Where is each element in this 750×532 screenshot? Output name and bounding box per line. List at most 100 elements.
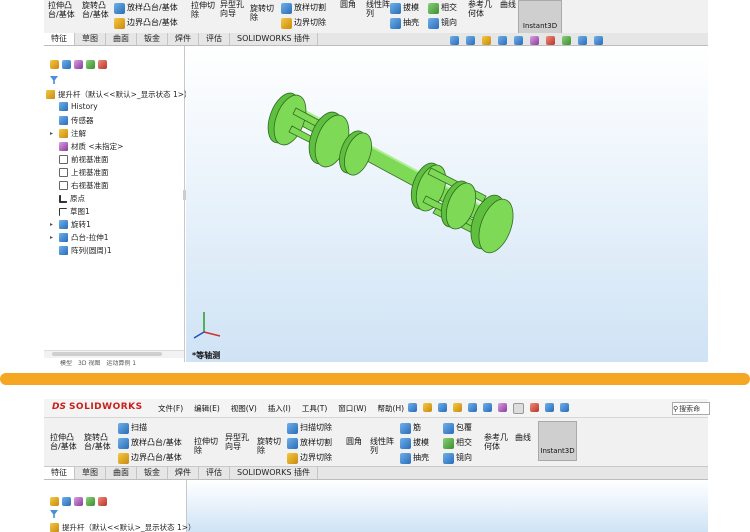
tree-root[interactable]: 提升杆（默认<<默认>_显示状态 1>）: [46, 89, 192, 100]
intersect-button[interactable]: 相交: [428, 3, 457, 14]
b-wrap-button[interactable]: 包覆: [443, 423, 472, 434]
tree-item-revolve1[interactable]: ▸ 旋转1: [50, 219, 91, 230]
tab-sketch[interactable]: 草图: [75, 33, 106, 45]
section-view-icon[interactable]: [498, 36, 507, 45]
search-input[interactable]: ⚲ 搜索命: [672, 402, 710, 415]
b-tab-surfaces[interactable]: 曲面: [106, 467, 137, 479]
instant3d-button[interactable]: Instant3D: [518, 0, 562, 34]
new-document-icon[interactable]: [438, 403, 447, 412]
b-tab-evaluate[interactable]: 评估: [199, 467, 230, 479]
b-extrude-cut-button[interactable]: 拉伸切 除: [194, 437, 218, 455]
revolve-cut-button[interactable]: 旋转切 除: [250, 4, 274, 22]
hide-show-icon[interactable]: [546, 36, 555, 45]
menu-edit[interactable]: 编辑(E): [194, 403, 220, 414]
view-orientation-icon[interactable]: [514, 36, 523, 45]
b-revolve-boss-button[interactable]: 旋转凸 台/基体: [84, 433, 111, 451]
dimxpert-icon[interactable]: [86, 60, 95, 69]
open-icon[interactable]: [453, 403, 462, 412]
tree-item-front-plane[interactable]: 前视基准面: [50, 154, 109, 165]
hole-wizard-button[interactable]: 异型孔 向导: [220, 0, 244, 18]
zoom-area-icon[interactable]: [466, 36, 475, 45]
extrude-cut-button[interactable]: 拉伸切 除: [191, 1, 215, 19]
boundary-cut-button[interactable]: 边界切除: [281, 18, 326, 29]
tree-item-material[interactable]: 材质 <未指定>: [50, 141, 123, 152]
b-rib-button[interactable]: 筋: [400, 423, 421, 434]
mirror-button[interactable]: 镜向: [428, 18, 457, 29]
menu-tools[interactable]: 工具(T): [302, 403, 327, 414]
dimxpert-icon[interactable]: [86, 497, 95, 506]
solidworks-logo[interactable]: DS SOLIDWORKS: [52, 402, 143, 412]
save-icon[interactable]: [468, 403, 477, 412]
extrude-boss-button[interactable]: 拉伸凸 台/基体: [48, 1, 75, 19]
b-tab-features[interactable]: 特征: [44, 467, 75, 479]
tab-model[interactable]: 模型: [60, 360, 72, 366]
tree-item-extrude1[interactable]: ▸ 凸台-拉伸1: [50, 232, 108, 243]
previous-view-icon[interactable]: [482, 36, 491, 45]
shell-button[interactable]: 抽壳: [390, 18, 419, 29]
tab-weldments[interactable]: 焊件: [168, 33, 199, 45]
b-extrude-boss-button[interactable]: 拉伸凸 台/基体: [50, 433, 77, 451]
b-boundary-boss-button[interactable]: 边界凸台/基体: [118, 453, 182, 464]
b-curves-button[interactable]: 曲线: [515, 433, 531, 442]
b-tab-sheet-metal[interactable]: 钣金: [137, 467, 168, 479]
tree-item-history[interactable]: History: [50, 102, 98, 111]
fillet-button[interactable]: 圆角: [340, 0, 356, 9]
b-ref-geometry-button[interactable]: 参考几 何体: [484, 433, 508, 451]
boundary-boss-button[interactable]: 边界凸台/基体: [114, 18, 178, 29]
display-manager-icon[interactable]: [98, 497, 107, 506]
b-sweep-button[interactable]: 扫描: [118, 423, 147, 434]
b-revolve-cut-button[interactable]: 旋转切 除: [257, 437, 281, 455]
menu-view[interactable]: 视图(V): [231, 403, 257, 414]
panel-h-scroll-thumb[interactable]: [52, 352, 162, 356]
b-tab-weldments[interactable]: 焊件: [168, 467, 199, 479]
b-tree-root[interactable]: 提升杆（默认<<默认>_显示状态 1>）: [50, 522, 196, 532]
tab-3d-views[interactable]: 3D 视图: [78, 360, 100, 366]
b-loft-cut-button[interactable]: 放样切割: [287, 438, 332, 449]
loft-boss-button[interactable]: 放样凸台/基体: [114, 3, 178, 14]
linear-pattern-button[interactable]: 线性阵 列: [366, 0, 390, 18]
b-tab-sketch[interactable]: 草图: [75, 467, 106, 479]
tree-item-annotations[interactable]: ▸ 注解: [50, 128, 86, 139]
pin-icon[interactable]: [408, 403, 417, 412]
b-loft-boss-button[interactable]: 放样凸台/基体: [118, 438, 182, 449]
tab-motion-study[interactable]: 运动算例 1: [106, 360, 136, 366]
draft-button[interactable]: 拔模: [390, 3, 419, 14]
tree-item-top-plane[interactable]: 上视基准面: [50, 167, 109, 178]
menu-help[interactable]: 帮助(H): [378, 403, 405, 414]
feature-manager-icon[interactable]: [50, 60, 59, 69]
tree-item-right-plane[interactable]: 右视基准面: [50, 180, 109, 191]
b-linear-pattern-button[interactable]: 线性阵 列: [370, 437, 394, 455]
undo-icon[interactable]: [498, 403, 507, 412]
tree-item-circular-pattern1[interactable]: 阵列(圆周)1: [50, 245, 112, 256]
b-intersect-button[interactable]: 相交: [443, 438, 472, 449]
b-hole-wizard-button[interactable]: 异型孔 向导: [225, 433, 249, 451]
revolve-boss-button[interactable]: 旋转凸 台/基体: [82, 1, 109, 19]
zoom-to-fit-icon[interactable]: [450, 36, 459, 45]
b-boundary-cut-button[interactable]: 边界切除: [287, 453, 332, 464]
property-manager-icon[interactable]: [62, 497, 71, 506]
tab-evaluate[interactable]: 评估: [199, 33, 230, 45]
curves-button[interactable]: 曲线: [500, 0, 516, 9]
menu-file[interactable]: 文件(F): [158, 403, 183, 414]
tab-surfaces[interactable]: 曲面: [106, 33, 137, 45]
feature-manager-icon[interactable]: [50, 497, 59, 506]
property-manager-icon[interactable]: [62, 60, 71, 69]
b-sweep-cut-button[interactable]: 扫描切除: [287, 423, 332, 434]
appearance-icon[interactable]: [562, 36, 571, 45]
configuration-manager-icon[interactable]: [74, 497, 83, 506]
tab-features[interactable]: 特征: [44, 33, 75, 45]
tab-sheet-metal[interactable]: 钣金: [137, 33, 168, 45]
b-tab-addins[interactable]: SOLIDWORKS 插件: [230, 467, 318, 479]
loft-cut-button[interactable]: 放样切割: [281, 3, 326, 14]
select-arrow-icon[interactable]: [513, 403, 524, 414]
ref-geometry-button[interactable]: 参考几 何体: [468, 0, 492, 18]
tree-item-sketch1[interactable]: 草图1: [50, 206, 90, 217]
configuration-manager-icon[interactable]: [74, 60, 83, 69]
b-instant3d-button[interactable]: Instant3D: [538, 421, 577, 461]
display-style-icon[interactable]: [530, 36, 539, 45]
menu-insert[interactable]: 插入(I): [268, 403, 291, 414]
menu-window[interactable]: 窗口(W): [338, 403, 366, 414]
tree-item-origin[interactable]: 原点: [50, 193, 85, 204]
b-shell-button[interactable]: 抽壳: [400, 453, 429, 464]
display-manager-icon[interactable]: [98, 60, 107, 69]
